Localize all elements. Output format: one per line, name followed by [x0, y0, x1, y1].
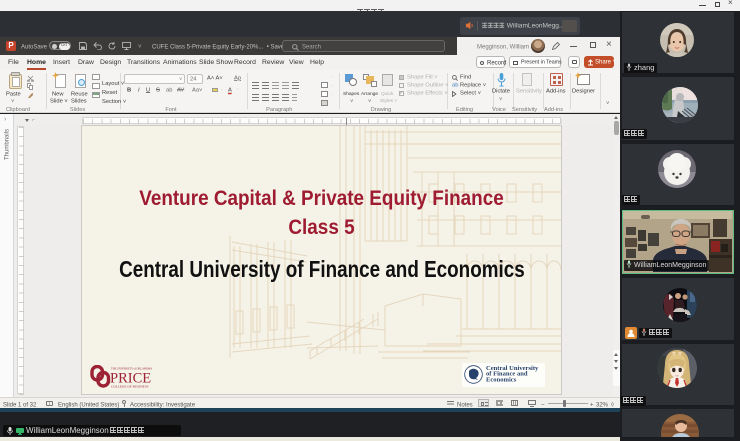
svg-text:COLLEGE OF BUSINESS: COLLEGE OF BUSINESS [111, 385, 149, 389]
